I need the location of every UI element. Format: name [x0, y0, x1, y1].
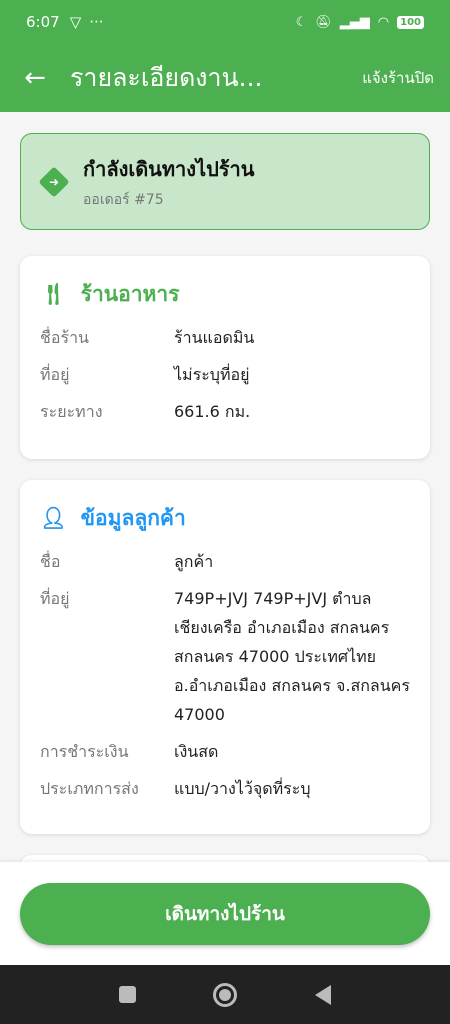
system-nav-bar [0, 965, 450, 1024]
label: การชำระเงิน [40, 742, 129, 761]
home-icon[interactable] [213, 982, 238, 1007]
label: ประเภทการส่ง [40, 779, 139, 798]
info-row: ที่อยู่ ไม่ระบุที่อยู่ [40, 360, 410, 389]
report-store-closed-button[interactable]: แจ้งร้านปิด [362, 66, 450, 90]
restaurant-icon: 🍴︎ [40, 282, 67, 306]
restaurant-heading: ร้านอาหาร [80, 282, 180, 306]
back-arrow-icon[interactable]: ← [0, 63, 70, 93]
info-row: การชำระเงิน เงินสด [40, 737, 410, 766]
moon-icon: ☾ [295, 14, 308, 30]
restaurant-card: 🍴︎ ร้านอาหาร ชื่อร้าน ร้านแอดมิน ที่อยู่ ไม… [20, 256, 430, 459]
address-value: 749P+JVJ 749P+JVJ ตำบล เชียงเครือ อำเภอเ… [174, 589, 410, 724]
signal-icon: ▂▄▆ [339, 14, 370, 30]
info-row: ชื่อ ลูกค้า [40, 547, 410, 576]
value: ไม่ระบุที่อยู่ [174, 365, 250, 384]
label: ที่อยู่ [40, 365, 70, 384]
label: ที่อยู่ [40, 589, 70, 608]
app-bar: ← รายละเอียดงาน... แจ้งร้านปิด [0, 44, 450, 112]
bottom-action-panel: เดินทางไปร้าน [0, 862, 450, 965]
value: ลูกค้า [174, 552, 214, 571]
recents-icon[interactable] [118, 986, 136, 1003]
info-row: ระยะทาง 661.6 กม. [40, 397, 410, 426]
mute-icon: 🔕︎ [315, 14, 332, 30]
clock: 6:07 [26, 13, 60, 31]
info-row: ที่อยู่ 749P+JVJ 749P+JVJ ตำบล เชียงเครือ… [40, 584, 410, 729]
wifi-icon: ◠ [377, 14, 390, 30]
value: แบบ/วางไว้จุดที่ระบุ [174, 779, 311, 798]
job-status-title: กำลังเดินทางไปร้าน [83, 156, 255, 181]
status-bar: 6:07 ▽ ··· ☾ 🔕︎ ▂▄▆ ◠ 100 [0, 0, 450, 44]
directions-icon: ➜ [38, 165, 70, 198]
job-status-card: ➜ กำลังเดินทางไปร้าน ออเดอร์ #75 [20, 133, 430, 230]
label: ชื่อ [40, 552, 61, 571]
go-to-restaurant-button[interactable]: เดินทางไปร้าน [20, 883, 430, 945]
info-row: ประเภทการส่ง แบบ/วางไว้จุดที่ระบุ [40, 774, 410, 803]
order-number: ออเดอร์ #75 [83, 191, 164, 208]
person-icon: 👤︎ [40, 506, 67, 530]
value: 661.6 กม. [174, 402, 251, 421]
label: ชื่อร้าน [40, 328, 89, 347]
page-title: รายละเอียดงาน... [70, 63, 263, 92]
value: ร้านแอดมิน [174, 328, 255, 347]
back-icon[interactable] [315, 984, 332, 1005]
customer-heading: ข้อมูลลูกค้า [80, 506, 186, 530]
battery-icon: 100 [397, 15, 424, 29]
value: เงินสด [174, 742, 219, 761]
vpn-icon: ▽ [69, 13, 82, 31]
label: ระยะทาง [40, 402, 103, 421]
more-notifications: ··· [89, 13, 104, 31]
customer-card: 👤︎ ข้อมูลลูกค้า ชื่อ ลูกค้า ที่อยู่ 749P+JV… [20, 480, 430, 834]
info-row: ชื่อร้าน ร้านแอดมิน [40, 323, 410, 352]
